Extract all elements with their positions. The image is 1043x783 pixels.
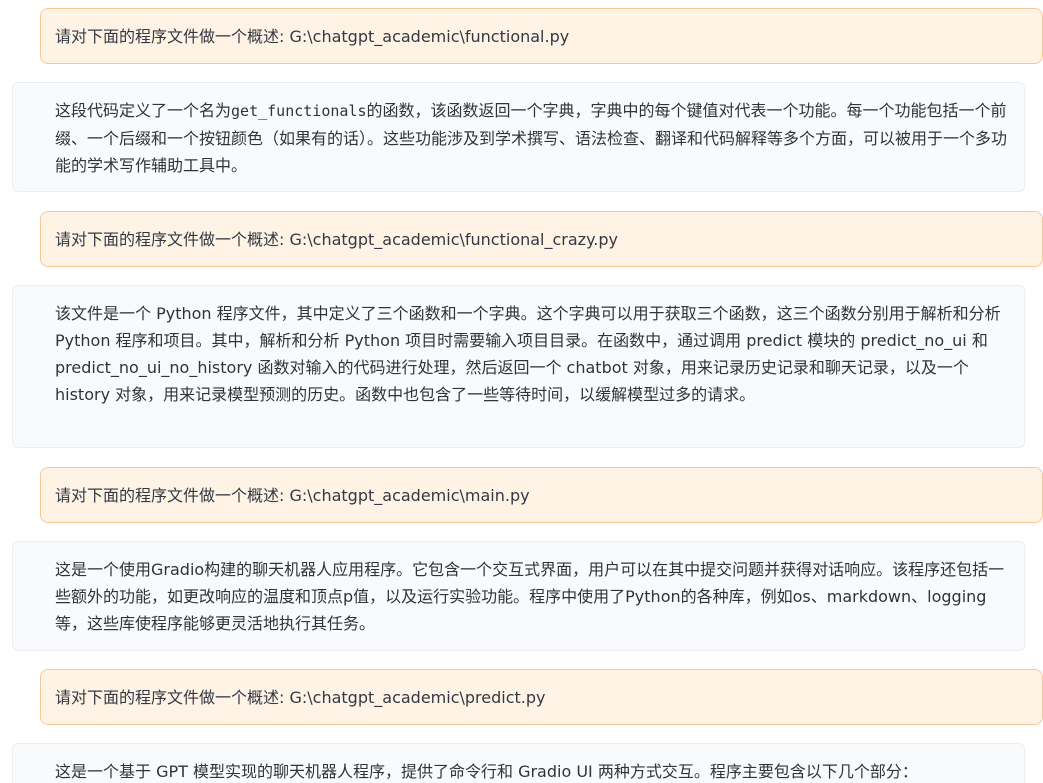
user-message: 请对下面的程序文件做一个概述: G:\chatgpt_academic\func… xyxy=(40,8,1043,64)
chat-history: 请对下面的程序文件做一个概述: G:\chatgpt_academic\func… xyxy=(0,0,1043,783)
user-message-text: 请对下面的程序文件做一个概述: G:\chatgpt_academic\main… xyxy=(55,485,530,505)
user-message-text: 请对下面的程序文件做一个概述: G:\chatgpt_academic\func… xyxy=(55,229,618,249)
user-message-text: 请对下面的程序文件做一个概述: G:\chatgpt_academic\func… xyxy=(55,26,570,46)
user-message: 请对下面的程序文件做一个概述: G:\chatgpt_academic\func… xyxy=(40,211,1043,267)
bot-message: 这是一个基于 GPT 模型实现的聊天机器人程序，提供了命令行和 Gradio U… xyxy=(12,743,1025,783)
user-message-text: 请对下面的程序文件做一个概述: G:\chatgpt_academic\pred… xyxy=(55,687,546,707)
bot-message: 这段代码定义了一个名为get_functionals的函数，该函数返回一个字典，… xyxy=(12,82,1025,192)
inline-code: get_functionals xyxy=(231,102,367,120)
bot-message-text: 该文件是一个 Python 程序文件，其中定义了三个函数和一个字典。这个字典可以… xyxy=(55,304,1001,404)
bot-message-text: 这段代码定义了一个名为get_functionals的函数，该函数返回一个字典，… xyxy=(55,101,1007,175)
bot-message: 该文件是一个 Python 程序文件，其中定义了三个函数和一个字典。这个字典可以… xyxy=(12,285,1025,448)
bot-message-text: 这是一个使用Gradio构建的聊天机器人应用程序。它包含一个交互式界面，用户可以… xyxy=(55,560,1005,633)
bot-message: 这是一个使用Gradio构建的聊天机器人应用程序。它包含一个交互式界面，用户可以… xyxy=(12,541,1025,651)
user-message: 请对下面的程序文件做一个概述: G:\chatgpt_academic\main… xyxy=(40,467,1043,523)
bot-message-text: 这是一个基于 GPT 模型实现的聊天机器人程序，提供了命令行和 Gradio U… xyxy=(55,762,918,781)
bot-text-prefix: 这段代码定义了一个名为 xyxy=(55,101,232,120)
user-message: 请对下面的程序文件做一个概述: G:\chatgpt_academic\pred… xyxy=(40,669,1043,725)
